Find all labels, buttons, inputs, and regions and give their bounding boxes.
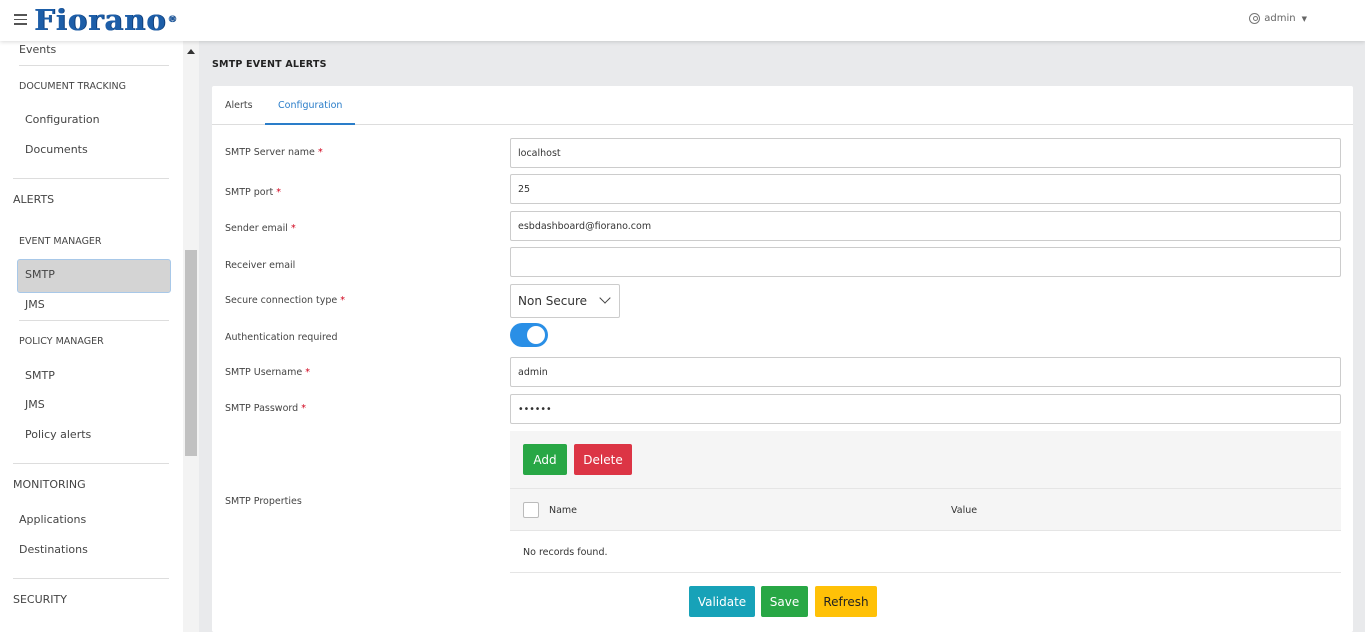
sidebar-item-policy-jms[interactable]: JMS (25, 398, 45, 411)
sidebar-item-documents[interactable]: Documents (25, 143, 88, 156)
select-all-checkbox[interactable] (523, 502, 539, 518)
sidebar-divider (13, 463, 169, 464)
active-tab-indicator (265, 123, 355, 125)
auth-required-label: Authentication required (225, 332, 338, 343)
validate-button[interactable]: Validate (689, 586, 755, 617)
sidebar-item-configuration[interactable]: Configuration (25, 113, 100, 126)
empty-message: No records found. (523, 547, 608, 558)
sidebar-heading-document-tracking: DOCUMENT TRACKING (19, 81, 126, 92)
sender-email-input[interactable] (510, 211, 1341, 241)
column-header-value[interactable]: Value (951, 505, 977, 516)
toggle-knob (527, 326, 545, 344)
sidebar-item-jms[interactable]: JMS (25, 298, 45, 311)
sidebar-section-monitoring[interactable]: MONITORING (13, 478, 86, 491)
tab-bar: Alerts Configuration (212, 86, 1353, 125)
hamburger-icon[interactable] (14, 14, 27, 25)
save-button[interactable]: Save (761, 586, 808, 617)
add-property-button[interactable]: Add (523, 444, 567, 475)
tab-alerts[interactable]: Alerts (225, 100, 253, 111)
chevron-down-icon (599, 292, 611, 304)
smtp-properties-table: Add Delete Name Value No records found. (510, 431, 1341, 573)
server-name-input[interactable] (510, 138, 1341, 168)
receiver-email-input[interactable] (510, 247, 1341, 277)
scroll-up-arrow-icon[interactable] (187, 49, 195, 54)
logo-text: Fiorano (34, 3, 167, 37)
secure-connection-value: Non Secure (518, 294, 587, 308)
auth-required-toggle[interactable] (510, 323, 548, 347)
delete-property-button[interactable]: Delete (574, 444, 632, 475)
sidebar-heading-event-manager: EVENT MANAGER (19, 236, 102, 247)
sidebar-section-security[interactable]: SECURITY (13, 593, 67, 606)
sidebar-divider (13, 178, 169, 179)
secure-connection-label: Secure connection type * (225, 295, 346, 306)
sidebar-divider (13, 578, 169, 579)
main-content: SMTP EVENT ALERTS Alerts Configuration S… (199, 41, 1365, 632)
sidebar-section-alerts[interactable]: ALERTS (13, 193, 54, 206)
username-input[interactable] (510, 357, 1341, 387)
refresh-button[interactable]: Refresh (815, 586, 877, 617)
config-card: Alerts Configuration SMTP Server name * … (212, 86, 1353, 632)
sidebar-divider (19, 65, 169, 66)
sidebar-item-destinations[interactable]: Destinations (19, 543, 88, 556)
sidebar-item-applications[interactable]: Applications (19, 513, 86, 526)
properties-toolbar: Add Delete (510, 431, 1341, 489)
user-name: admin (1264, 13, 1296, 24)
server-name-label: SMTP Server name * (225, 147, 323, 158)
sidebar-scrollbar[interactable] (183, 41, 199, 632)
tab-configuration[interactable]: Configuration (278, 100, 342, 111)
sidebar-heading-policy-manager: POLICY MANAGER (19, 336, 104, 347)
page-title: SMTP EVENT ALERTS (212, 59, 327, 70)
username-label: SMTP Username * (225, 367, 310, 378)
password-input[interactable] (510, 394, 1341, 424)
sidebar-item-policy-smtp[interactable]: SMTP (25, 369, 55, 382)
table-header: Name Value (510, 489, 1341, 531)
fiorano-logo[interactable]: Fiorano® (34, 4, 177, 36)
port-label: SMTP port * (225, 187, 282, 198)
sidebar-item-smtp[interactable]: SMTP (25, 268, 55, 281)
user-circle-icon (1249, 13, 1261, 24)
sidebar-divider (19, 320, 169, 321)
user-menu[interactable]: admin ▼ (1249, 13, 1307, 24)
caret-down-icon: ▼ (1301, 14, 1307, 23)
logo-registered-mark: ® (167, 15, 178, 25)
receiver-email-label: Receiver email (225, 260, 296, 271)
sender-email-label: Sender email * (225, 223, 296, 234)
sidebar-item-events[interactable]: Events (19, 43, 56, 56)
port-input[interactable] (510, 174, 1341, 204)
top-bar: Fiorano® admin ▼ (0, 0, 1365, 41)
sidebar-item-policy-alerts[interactable]: Policy alerts (25, 428, 91, 441)
column-header-name[interactable]: Name (549, 505, 577, 516)
smtp-properties-label: SMTP Properties (225, 496, 302, 507)
sidebar: Events DOCUMENT TRACKING Configuration D… (0, 41, 183, 632)
secure-connection-select[interactable]: Non Secure (510, 284, 620, 318)
password-label: SMTP Password * (225, 403, 306, 414)
scrollbar-thumb[interactable] (185, 250, 197, 456)
table-row: No records found. (510, 531, 1341, 573)
